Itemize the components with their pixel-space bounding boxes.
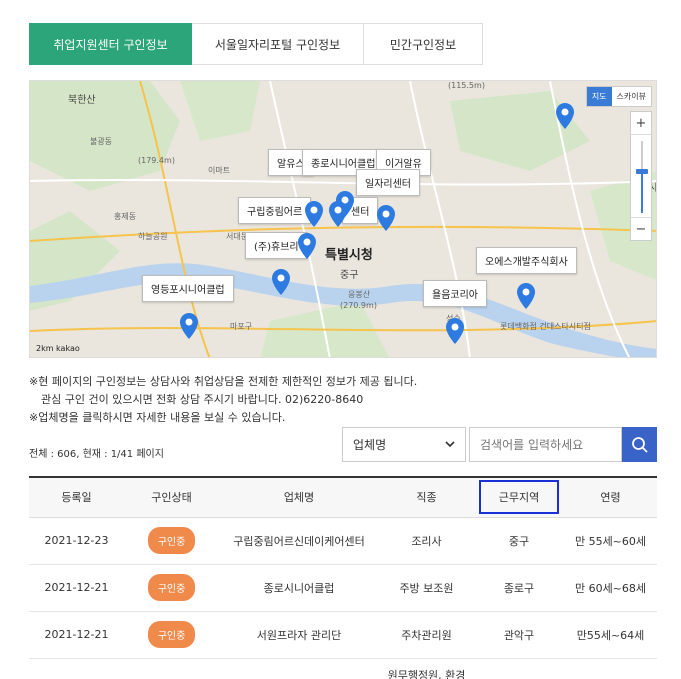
notice-line-3: ※업체명을 클릭하시면 자세한 내용을 보실 수 있습니다. <box>29 411 286 424</box>
notice-line-2: 관심 구인 건이 있으시면 전화 상담 주시기 바랍니다. 02)6220-86… <box>41 393 364 406</box>
search-button[interactable] <box>622 427 657 462</box>
map-callout-junglim[interactable]: 구립중림어르 <box>238 197 312 224</box>
notice-text: ※현 페이지의 구인정보는 상담사와 취업상담을 전제한 제한적인 정보가 제공… <box>29 373 417 427</box>
map-pin-icon[interactable] <box>272 269 290 295</box>
cell-age <box>564 658 657 679</box>
skyview-button[interactable]: 스카이뷰 <box>612 87 651 106</box>
header-status: 구인상태 <box>124 477 219 518</box>
cell-company[interactable] <box>219 658 379 679</box>
table-row[interactable]: 원무행정원, 환경 <box>29 658 657 679</box>
tab-center-jobs[interactable]: 취업지원센터 구인정보 <box>29 23 192 65</box>
map-pin-icon[interactable] <box>446 318 464 344</box>
map-label-emart: 이마트 <box>208 166 231 175</box>
map-label-bulgwang: 불광동 <box>90 137 113 146</box>
search-field-value: 업체명 <box>353 438 387 452</box>
cell-company[interactable]: 서원프라자 관리단 <box>219 611 379 659</box>
cell-company[interactable]: 종로시니어클럽 <box>219 564 379 612</box>
map-pin-icon[interactable] <box>180 313 198 339</box>
map-label-bukhansan: 북한산 <box>68 95 96 106</box>
job-map[interactable]: 북한산 불광동 (179.4m) 이마트 서대문구 중구 마포구 구리시 응봉산… <box>29 80 657 358</box>
search-input[interactable] <box>469 427 622 462</box>
map-label-haneul-park: 하늘공원 <box>138 232 168 241</box>
chevron-down-icon <box>445 441 455 448</box>
map-label-lotte-dept: 롯데백화점 건대스타시티점 <box>500 322 591 331</box>
cell-job: 원무행정원, 환경 <box>379 658 474 679</box>
header-area-label: 근무지역 <box>478 480 560 515</box>
status-badge: 구인중 <box>147 527 196 554</box>
cell-status: 구인중 <box>124 611 219 659</box>
tab-seoul-portal-jobs[interactable]: 서울일자리포털 구인정보 <box>192 23 364 65</box>
cell-status <box>124 658 219 679</box>
table-header-row: 등록일 구인상태 업체명 직종 근무지역 연령 <box>29 477 657 518</box>
map-scale-bar: 2km kakao <box>36 344 80 353</box>
map-label-mapo: 마포구 <box>230 322 253 331</box>
map-pin-icon[interactable] <box>517 283 535 309</box>
map-callout-yoleum-korea[interactable]: 욜음코리아 <box>423 280 487 307</box>
cell-company[interactable]: 구립중림어르신데이케어센터 <box>219 517 379 565</box>
cell-area: 종로구 <box>474 564 564 612</box>
map-callout-job-center[interactable]: 일자리센터 <box>356 169 420 196</box>
notice-line-1: ※현 페이지의 구인정보는 상담사와 취업상담을 전제한 제한적인 정보가 제공… <box>29 375 418 388</box>
zoom-out-button[interactable]: − <box>631 218 651 240</box>
header-company: 업체명 <box>219 477 379 518</box>
table-row[interactable]: 2021-12-21 구인중 종로시니어클럽 주방 보조원 종로구 만 60세~… <box>29 564 657 612</box>
zoom-in-button[interactable]: + <box>631 112 651 134</box>
map-pin-icon[interactable] <box>556 103 574 129</box>
map-callout-os-dev[interactable]: 오에스개발주식회사 <box>476 247 577 274</box>
map-pin-icon[interactable] <box>305 201 323 227</box>
map-label-elevation-2: (270.9m) <box>340 301 377 310</box>
zoom-slider[interactable] <box>631 134 651 218</box>
cell-job: 주차관리원 <box>379 611 474 659</box>
search-icon <box>631 436 648 453</box>
cell-date: 2021-12-21 <box>29 564 124 612</box>
cell-job: 조리사 <box>379 517 474 565</box>
map-label-city-hall: 특별시청 <box>325 248 373 263</box>
header-area: 근무지역 <box>474 477 564 518</box>
map-label-elevation-3: (115.5m) <box>448 81 485 90</box>
map-type-toggle: 지도 스카이뷰 <box>585 86 652 107</box>
cell-date: 2021-12-21 <box>29 611 124 659</box>
cell-date: 2021-12-23 <box>29 517 124 565</box>
status-badge: 구인중 <box>147 621 196 648</box>
table-row[interactable]: 2021-12-23 구인중 구립중림어르신데이케어센터 조리사 중구 만 55… <box>29 517 657 565</box>
cell-area: 중구 <box>474 517 564 565</box>
map-label-hongje: 홍제동 <box>114 212 137 221</box>
cell-status: 구인중 <box>124 564 219 612</box>
table-row[interactable]: 2021-12-21 구인중 서원프라자 관리단 주차관리원 관악구 만55세~… <box>29 611 657 659</box>
map-pin-icon[interactable] <box>298 233 316 259</box>
cell-status: 구인중 <box>124 517 219 565</box>
map-pin-icon[interactable] <box>377 205 395 231</box>
header-job: 직종 <box>379 477 474 518</box>
map-callout-yeongdeungpo-senior[interactable]: 영등포시니어클럽 <box>142 275 234 302</box>
zoom-control: + − <box>630 111 652 241</box>
map-label-elevation-1: (179.4m) <box>138 156 175 165</box>
cell-age: 만55세~64세 <box>564 611 657 659</box>
status-badge: 구인중 <box>147 574 196 601</box>
cell-age: 만 60세~68세 <box>564 564 657 612</box>
map-view-button[interactable]: 지도 <box>586 87 612 106</box>
cell-area <box>474 658 564 679</box>
search-field-select[interactable]: 업체명 <box>342 427 466 462</box>
cell-date <box>29 658 124 679</box>
map-label-junggu: 중구 <box>340 270 359 281</box>
job-list-table: 등록일 구인상태 업체명 직종 근무지역 연령 2021-12-23 구인중 구… <box>29 476 657 679</box>
map-label-eungbongsan: 응봉산 <box>348 290 371 299</box>
cell-job: 주방 보조원 <box>379 564 474 612</box>
tab-private-jobs[interactable]: 민간구인정보 <box>364 23 483 65</box>
header-date: 등록일 <box>29 477 124 518</box>
header-age: 연령 <box>564 477 657 518</box>
job-source-tabs: 취업지원센터 구인정보 서울일자리포털 구인정보 민간구인정보 <box>29 23 483 65</box>
cell-area: 관악구 <box>474 611 564 659</box>
cell-age: 만 55세~60세 <box>564 517 657 565</box>
map-pin-icon[interactable] <box>329 201 347 227</box>
result-count: 전체 : 606, 현재 : 1/41 페이지 <box>29 449 164 460</box>
